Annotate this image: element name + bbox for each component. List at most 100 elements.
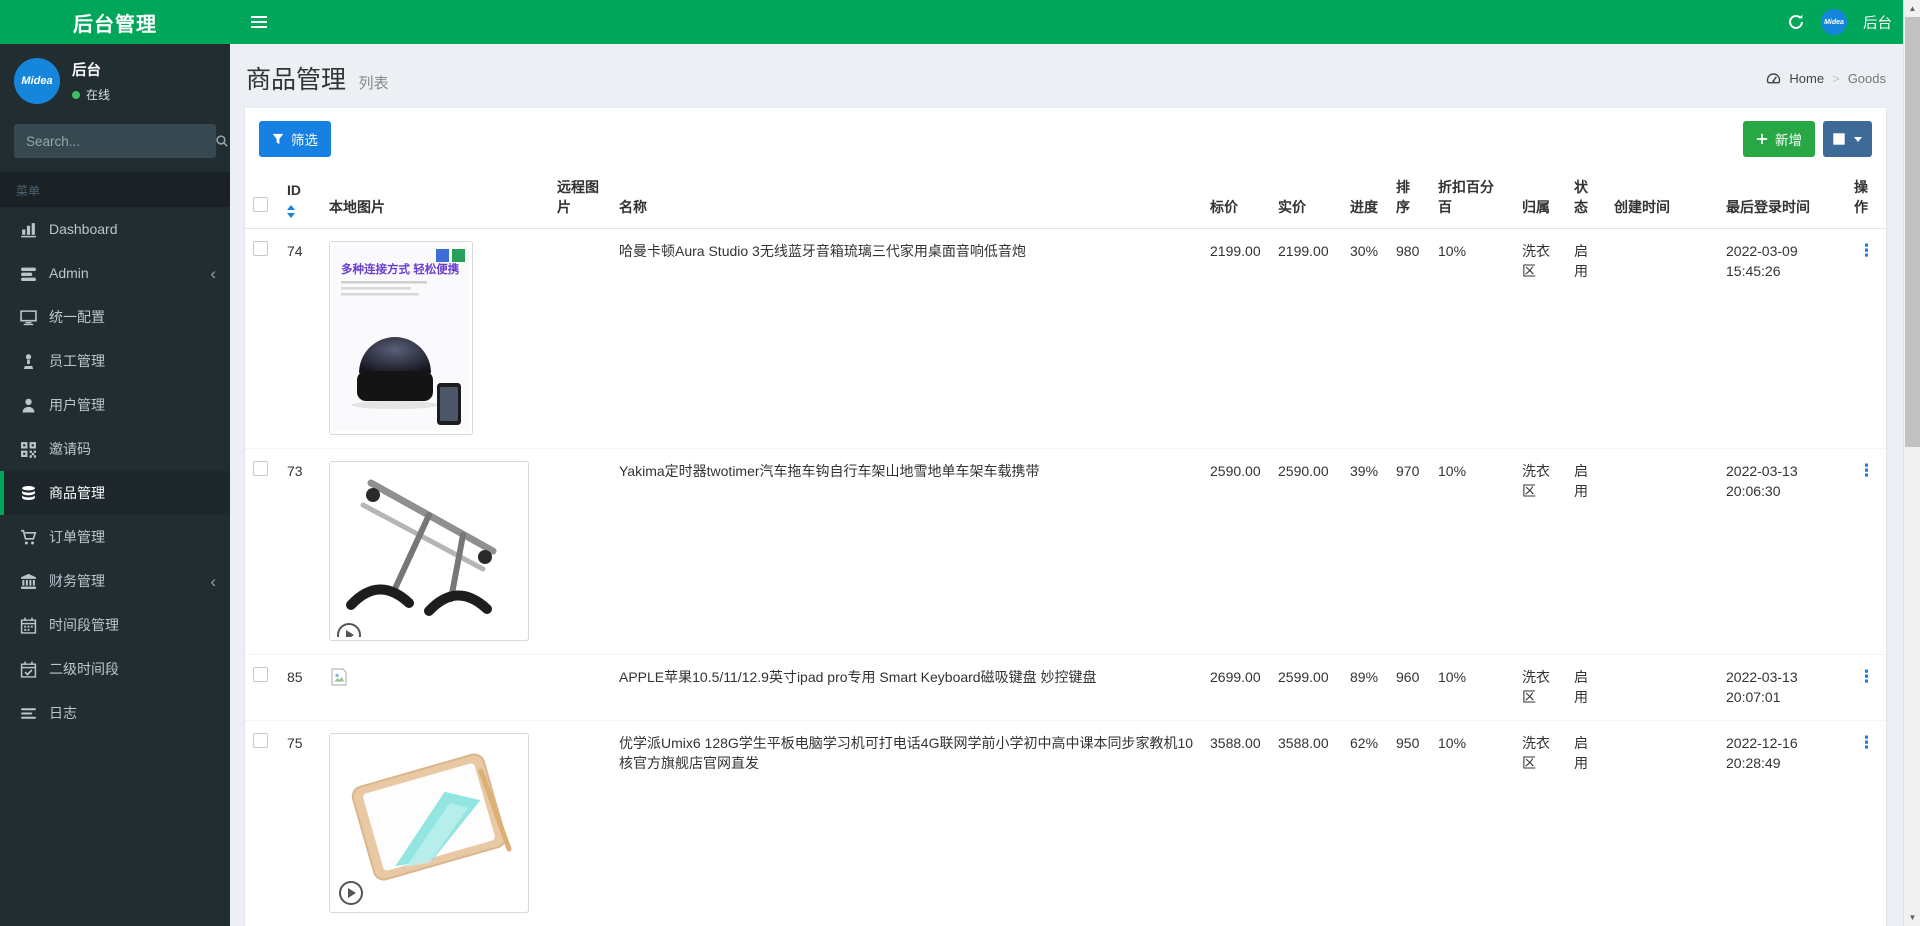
window-scrollbar[interactable]: ▲ ▼ (1903, 0, 1920, 926)
refresh-icon[interactable] (1787, 13, 1805, 31)
cell-created (1606, 228, 1718, 448)
main-content: 商品管理 列表 Home > Goods (230, 44, 1903, 926)
online-status-dot (72, 91, 80, 99)
cell-discount: 10% (1430, 655, 1514, 721)
cell-local-image: 多种连接方式 轻松便携 (321, 228, 549, 448)
sidebar-user-avatar: Midea (14, 58, 60, 104)
user-avatar[interactable]: Midea (1821, 9, 1847, 35)
search-submit-button[interactable] (215, 124, 229, 158)
sidebar-user-status: 在线 (72, 86, 110, 103)
svg-text:多种连接方式 轻松便携: 多种连接方式 轻松便携 (341, 262, 460, 276)
top-navbar: 后台管理 Midea 后台 (0, 0, 1920, 44)
cell-status: 启用 (1566, 448, 1606, 654)
sidebar-item-label: 用户管理 (49, 395, 216, 415)
breadcrumb-home-link[interactable]: Home (1789, 71, 1824, 86)
search-input[interactable] (14, 134, 215, 149)
cell-id: 74 (279, 228, 321, 448)
cart-icon (20, 529, 37, 546)
cell-name: Yakima定时器twotimer汽车拖车钩自行车架山地雪地单车架车载携带 (611, 448, 1202, 654)
cell-local-image (321, 448, 549, 654)
chevron-left-icon: ‹ (210, 265, 216, 282)
cell-real-price: 2199.00 (1270, 228, 1342, 448)
cell-name: 优学派Umix6 128G学生平板电脑学习机可打电话4G联网学前小学初中高中课本… (611, 720, 1202, 926)
sidebar-item-label: 时间段管理 (49, 615, 216, 635)
hamburger-icon (251, 16, 267, 28)
scroll-down-arrow[interactable]: ▼ (1904, 909, 1920, 926)
scroll-up-arrow[interactable]: ▲ (1904, 0, 1920, 17)
sidebar-item-商品管理[interactable]: 商品管理 (0, 471, 230, 515)
col-progress: 进度 (1342, 169, 1388, 228)
row-checkbox[interactable] (253, 461, 268, 476)
cell-remote-image (549, 655, 611, 721)
sidebar-menu: DashboardAdmin‹统一配置员工管理用户管理邀请码商品管理订单管理财务… (0, 207, 230, 735)
col-last-login: 最后登录时间 (1718, 169, 1846, 228)
columns-dropdown-button[interactable] (1823, 121, 1872, 157)
col-name: 名称 (611, 169, 1202, 228)
cell-discount: 10% (1430, 228, 1514, 448)
sidebar-item-用户管理[interactable]: 用户管理 (0, 383, 230, 427)
table-row: 73 Yakima定时器twotimer汽车拖车钩自行车架山地雪地单车架车载携带 2… (245, 448, 1886, 654)
row-checkbox[interactable] (253, 241, 268, 256)
col-discount: 折扣百分百 (1430, 169, 1514, 228)
sidebar: Midea 后台 在线 菜单 DashboardAdmin‹统一配置员工管理用户… (0, 44, 230, 926)
brand-title: 后台管理 (0, 0, 230, 44)
cell-name: 哈曼卡顿Aura Studio 3无线蓝牙音箱琉璃三代家用桌面音响低音炮 (611, 228, 1202, 448)
row-checkbox[interactable] (253, 667, 268, 682)
qrcode-icon (20, 441, 37, 458)
desktop-icon (20, 309, 37, 326)
sidebar-item-订单管理[interactable]: 订单管理 (0, 515, 230, 559)
cell-created (1606, 655, 1718, 721)
col-sort: 排序 (1388, 169, 1430, 228)
sidebar-item-邀请码[interactable]: 邀请码 (0, 427, 230, 471)
scrollbar-thumb[interactable] (1905, 17, 1920, 447)
sidebar-user-name: 后台 (72, 59, 110, 80)
sidebar-item-员工管理[interactable]: 员工管理 (0, 339, 230, 383)
cell-status: 启用 (1566, 228, 1606, 448)
navbar-user-label[interactable]: 后台 (1863, 12, 1892, 33)
content-header: 商品管理 列表 Home > Goods (230, 44, 1903, 108)
cell-real-price: 2590.00 (1270, 448, 1342, 654)
cell-real-price: 2599.00 (1270, 655, 1342, 721)
add-button[interactable]: 新增 (1743, 121, 1815, 157)
row-checkbox[interactable] (253, 733, 268, 748)
cell-sort: 980 (1388, 228, 1430, 448)
sidebar-item-财务管理[interactable]: 财务管理‹ (0, 559, 230, 603)
plus-icon (1756, 133, 1768, 145)
app-root: 后台管理 Midea 后台 Midea 后台 (0, 0, 1920, 926)
sidebar-item-dashboard[interactable]: Dashboard (0, 207, 230, 251)
goods-table: ID 本地图片 远程图片 名称 标价 实价 进度 排序 折扣百分百 归属 状态 (245, 169, 1886, 926)
cell-status: 启用 (1566, 655, 1606, 721)
cell-last-login: 2022-12-16 20:28:49 (1718, 720, 1846, 926)
col-id[interactable]: ID (279, 169, 321, 228)
sidebar-search (14, 124, 216, 158)
sidebar-item-label: 订单管理 (49, 527, 216, 547)
chevron-left-icon: ‹ (210, 573, 216, 590)
sidebar-toggle-button[interactable] (242, 5, 276, 39)
dashboard-gauge-icon (1766, 71, 1781, 86)
row-actions-button[interactable]: ⋮ (1854, 668, 1879, 685)
cell-created (1606, 448, 1718, 654)
row-actions-button[interactable]: ⋮ (1854, 462, 1879, 479)
select-all-checkbox[interactable] (253, 197, 268, 212)
row-actions-button[interactable]: ⋮ (1854, 734, 1879, 751)
sidebar-user-panel: Midea 后台 在线 (0, 44, 230, 120)
table-row: 85APPLE苹果10.5/11/12.9英寸ipad pro专用 Smart … (245, 655, 1886, 721)
cell-last-login: 2022-03-13 20:07:01 (1718, 655, 1846, 721)
filter-funnel-icon (272, 133, 284, 145)
sidebar-item-二级时间段[interactable]: 二级时间段 (0, 647, 230, 691)
sidebar-item-统一配置[interactable]: 统一配置 (0, 295, 230, 339)
cell-list-price: 2199.00 (1202, 228, 1270, 448)
grid-icon (1833, 133, 1846, 146)
cell-remote-image (549, 720, 611, 926)
filter-button[interactable]: 筛选 (259, 121, 331, 157)
sidebar-item-时间段管理[interactable]: 时间段管理 (0, 603, 230, 647)
col-remote-image: 远程图片 (549, 169, 611, 228)
navbar-body: Midea 后台 (230, 0, 1920, 44)
row-actions-button[interactable]: ⋮ (1854, 242, 1879, 259)
cell-id: 73 (279, 448, 321, 654)
sidebar-item-admin[interactable]: Admin‹ (0, 251, 230, 295)
cell-remote-image (549, 448, 611, 654)
table-row: 74 多种连接方式 轻松便携 哈曼卡顿Aura Studio 3无线蓝牙音箱琉璃三代… (245, 228, 1886, 448)
sort-icon[interactable] (287, 205, 296, 218)
sidebar-item-日志[interactable]: 日志 (0, 691, 230, 735)
